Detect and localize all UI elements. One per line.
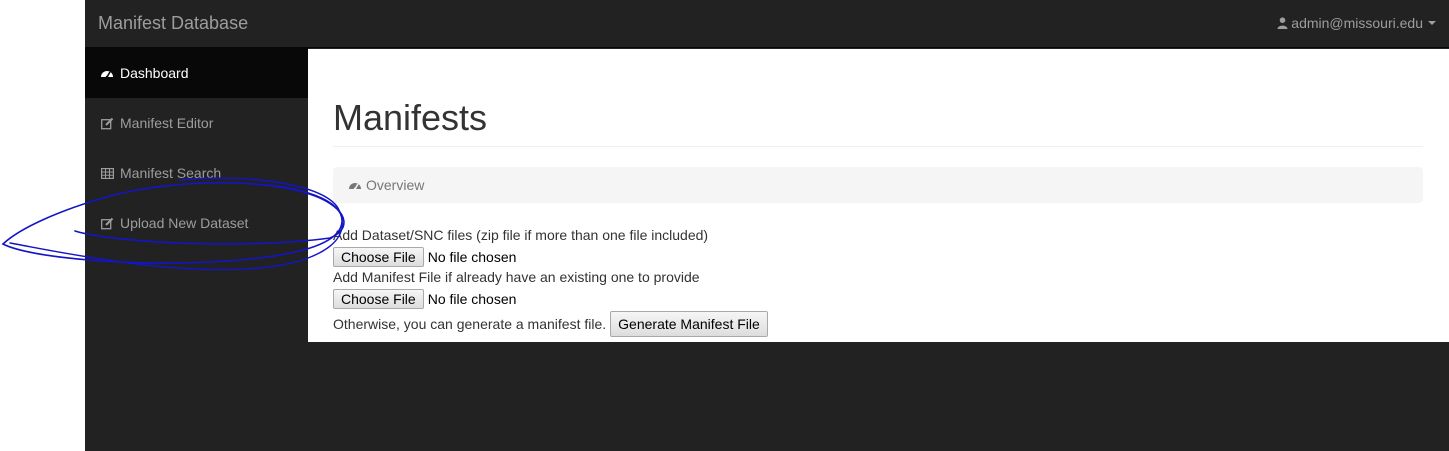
sidebar: Dashboard Manifest Editor Manifest Searc… (85, 48, 308, 248)
table-icon (100, 166, 114, 180)
generate-text: Otherwise, you can generate a manifest f… (333, 316, 607, 332)
user-icon (1277, 17, 1288, 29)
main-content: Manifests Overview Add Dataset/SNC files… (308, 49, 1449, 342)
caret-down-icon (1428, 21, 1436, 25)
dataset-label: Add Dataset/SNC files (zip file if more … (333, 227, 709, 243)
sidebar-item-dashboard[interactable]: Dashboard (85, 48, 308, 98)
manifest-file-status: No file chosen (427, 290, 517, 307)
sidebar-item-label: Upload New Dataset (120, 215, 249, 231)
choose-manifest-file-button[interactable]: Choose File (333, 288, 424, 309)
edit-icon (100, 116, 114, 130)
sidebar-item-upload-new-dataset[interactable]: Upload New Dataset (85, 198, 308, 248)
breadcrumb: Overview (333, 167, 1423, 203)
dashboard-icon (100, 66, 114, 80)
manifest-file-input: Choose File No file chosen (333, 288, 768, 309)
generate-row: Otherwise, you can generate a manifest f… (333, 311, 768, 337)
sidebar-item-manifest-editor[interactable]: Manifest Editor (85, 98, 308, 148)
title-divider (333, 146, 1423, 147)
page-title: Manifests (333, 97, 488, 138)
upload-form: Add Dataset/SNC files (zip file if more … (333, 225, 768, 337)
sidebar-item-label: Manifest Editor (120, 115, 214, 131)
breadcrumb-label: Overview (366, 177, 425, 193)
app-frame: Manifest Database admin@missouri.edu Das… (85, 0, 1449, 451)
user-menu[interactable]: admin@missouri.edu (1277, 15, 1436, 31)
brand-link[interactable]: Manifest Database (98, 13, 248, 34)
user-email: admin@missouri.edu (1291, 15, 1423, 31)
top-navbar: Manifest Database admin@missouri.edu (85, 0, 1449, 48)
sidebar-item-label: Manifest Search (120, 165, 222, 181)
sidebar-item-label: Dashboard (120, 65, 189, 81)
edit-icon (100, 216, 114, 230)
dashboard-icon (348, 179, 362, 191)
manifest-label: Add Manifest File if already have an exi… (333, 269, 700, 285)
sidebar-item-manifest-search[interactable]: Manifest Search (85, 148, 308, 198)
dataset-file-input: Choose File No file chosen (333, 246, 768, 267)
generate-manifest-button[interactable]: Generate Manifest File (610, 311, 768, 337)
choose-dataset-file-button[interactable]: Choose File (333, 246, 424, 267)
dataset-file-status: No file chosen (427, 248, 517, 265)
